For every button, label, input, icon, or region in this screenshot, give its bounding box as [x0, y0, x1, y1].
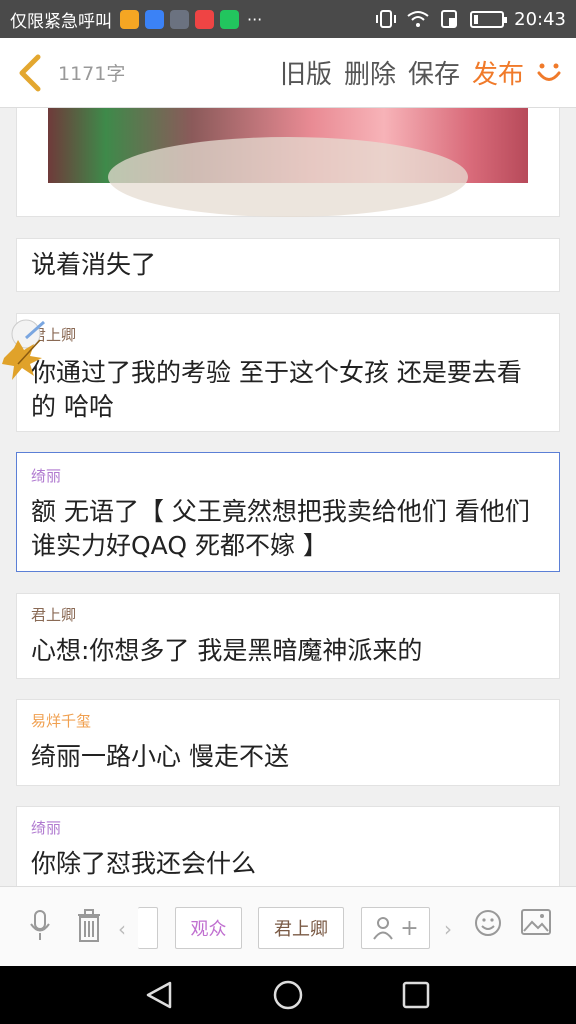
chevron-left-icon: [19, 54, 41, 91]
character-label: 君上卿: [274, 919, 328, 940]
old-version-button[interactable]: 旧版: [280, 54, 332, 91]
person-icon: [373, 917, 394, 940]
save-button[interactable]: 保存: [408, 54, 460, 91]
dialogue-card[interactable]: 绮丽 额 无语了【 父王竟然想把我卖给他们 看他们谁实力好QAQ 死都不嫁 】: [16, 452, 560, 572]
speaker-name: 绮丽: [31, 467, 62, 485]
vibrate-icon: [376, 10, 397, 28]
story-content[interactable]: 说着消失了 君上卿 你通过了我的考验 至于这个女孩 还是要去看的 哈哈 绮丽 额…: [0, 108, 576, 886]
plus-label: +: [400, 915, 419, 941]
wifi-icon: [407, 11, 429, 27]
sim-icon: [441, 10, 458, 28]
message-text: 额 无语了【 父王竟然想把我卖给他们 看他们谁实力好QAQ 死都不嫁 】: [31, 497, 530, 560]
app-notification-icon: [170, 9, 189, 29]
image-icon[interactable]: [521, 909, 551, 935]
smile-icon[interactable]: [536, 60, 562, 86]
message-text: 你除了怼我还会什么: [31, 849, 257, 878]
speaker-name: 君上卿: [31, 606, 77, 624]
emoji-icon[interactable]: [474, 909, 502, 937]
dialogue-card[interactable]: 易烊千玺 绮丽一路小心 慢走不送: [16, 699, 560, 786]
audience-label: 观众: [190, 919, 227, 940]
scroll-left-chevron-icon[interactable]: ‹: [118, 917, 126, 941]
speaker-name: 绮丽: [31, 819, 62, 837]
system-nav-bar: [0, 966, 576, 1024]
app-notification-icon: [195, 9, 214, 29]
app-notification-icon: [120, 9, 139, 29]
add-character-button[interactable]: +: [361, 907, 430, 949]
back-button[interactable]: [4, 38, 54, 108]
microphone-icon[interactable]: [28, 909, 52, 943]
app-notification-icon: [145, 9, 164, 29]
bottom-toolbar: ‹ 观众 君上卿 + ›: [0, 886, 576, 966]
overflow-indicator: ···: [247, 9, 263, 29]
character-chip[interactable]: 君上卿: [258, 907, 344, 949]
back-nav-icon[interactable]: [144, 980, 174, 1010]
message-text: 说着消失了: [31, 250, 157, 279]
dialogue-card[interactable]: 君上卿 心想:你想多了 我是黑暗魔神派来的: [16, 593, 560, 679]
trash-icon[interactable]: [76, 909, 102, 943]
narration-card[interactable]: 说着消失了: [16, 238, 560, 292]
clock: 20:43: [514, 8, 566, 30]
scroll-right-chevron-icon[interactable]: ›: [444, 917, 452, 941]
word-count: 1171字: [58, 63, 126, 85]
image-card[interactable]: [16, 108, 560, 217]
home-nav-icon[interactable]: [272, 979, 304, 1011]
leaf-sticker-icon: [2, 319, 45, 380]
dialogue-card[interactable]: 绮丽 你除了怼我还会什么: [16, 806, 560, 886]
message-text: 心想:你想多了 我是黑暗魔神派来的: [31, 636, 423, 665]
story-image: [48, 108, 528, 217]
audience-chip[interactable]: 观众: [175, 907, 242, 949]
message-text: 绮丽一路小心 慢走不送: [31, 742, 289, 771]
status-bar: 仅限紧急呼叫 ··· 20:43: [0, 0, 576, 38]
delete-button[interactable]: 删除: [344, 54, 396, 91]
editor-header: 1171字 旧版 删除 保存 发布: [0, 38, 576, 108]
notification-icons: [120, 9, 239, 29]
message-text: 你通过了我的考验 至于这个女孩 还是要去看的 哈哈: [31, 358, 522, 421]
recents-nav-icon[interactable]: [402, 981, 430, 1009]
app-notification-icon: [220, 9, 239, 29]
carrier-label: 仅限紧急呼叫: [10, 11, 112, 32]
speaker-name: 易烊千玺: [31, 712, 92, 730]
dialogue-card[interactable]: 君上卿 你通过了我的考验 至于这个女孩 还是要去看的 哈哈: [16, 313, 560, 432]
publish-button[interactable]: 发布: [472, 54, 524, 91]
partial-character-chip[interactable]: [138, 907, 158, 949]
battery-icon: [470, 10, 508, 28]
